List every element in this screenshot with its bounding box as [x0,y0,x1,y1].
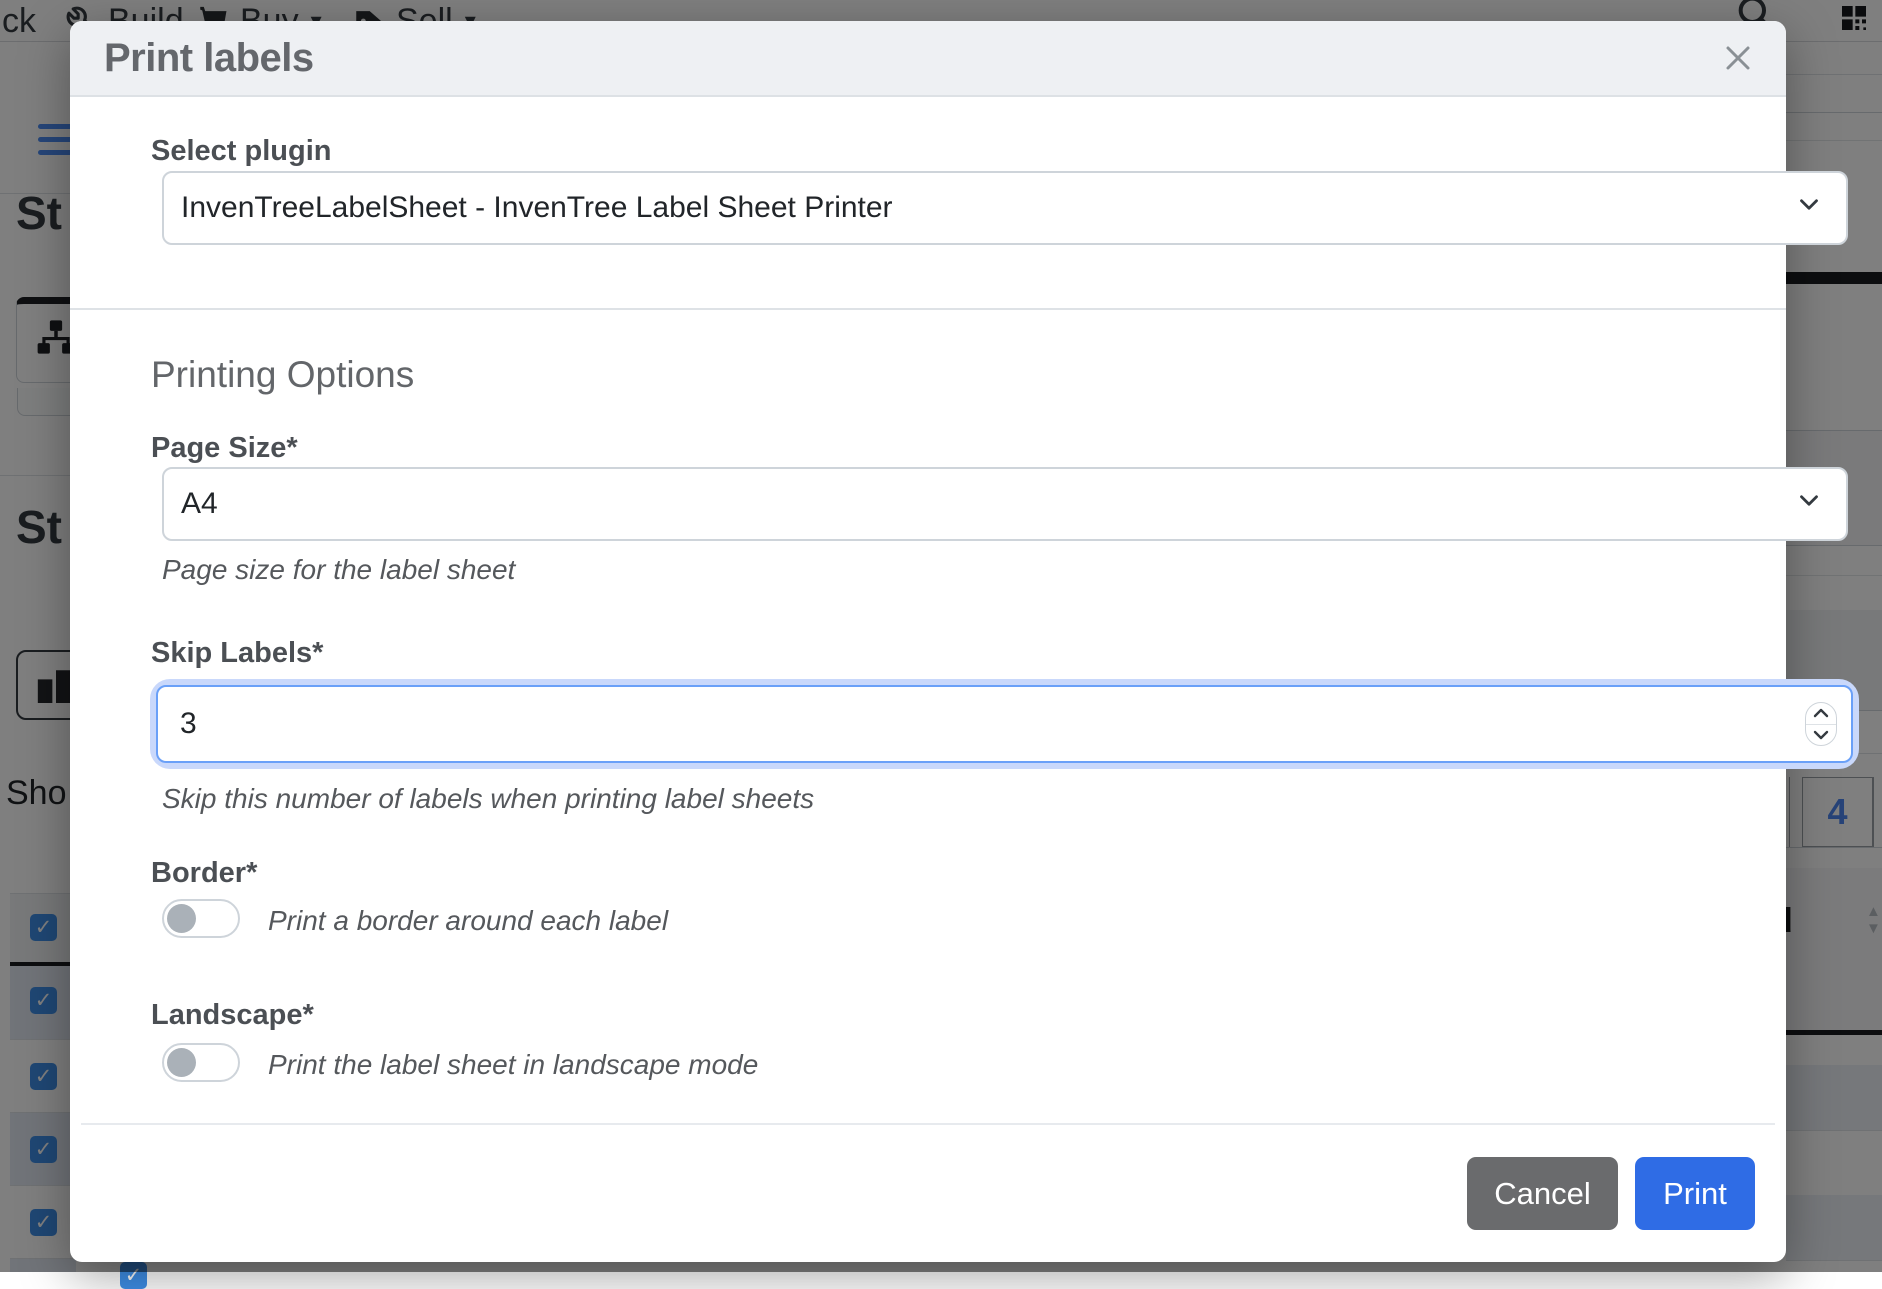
stepper-up-icon[interactable] [1806,703,1836,724]
plugin-select-value: InvenTreeLabelSheet - InvenTree Label Sh… [181,191,893,225]
modal-header: Print labels [70,21,1786,97]
print-labels-modal: Print labels Select plugin InvenTreeLabe… [70,21,1786,1262]
border-label: Border* [151,857,257,890]
stepper-down-icon[interactable] [1806,724,1836,746]
modal-title: Print labels [104,36,314,81]
border-toggle[interactable] [162,899,240,938]
print-button[interactable]: Print [1635,1157,1755,1230]
landscape-toggle[interactable] [162,1043,240,1082]
landscape-help: Print the label sheet in landscape mode [268,1049,758,1081]
plugin-select[interactable]: InvenTreeLabelSheet - InvenTree Label Sh… [162,171,1848,245]
page-size-select[interactable]: A4 [162,467,1848,541]
page-size-select-value: A4 [181,487,218,521]
cancel-button[interactable]: Cancel [1467,1157,1618,1230]
skip-labels-help: Skip this number of labels when printing… [162,783,814,815]
border-help: Print a border around each label [268,905,668,937]
page-size-label: Page Size* [151,432,298,465]
landscape-label: Landscape* [151,999,314,1032]
plugin-field-label: Select plugin [151,135,331,168]
skip-labels-input[interactable] [156,685,1853,763]
skip-labels-label: Skip Labels* [151,637,323,670]
footer-divider [81,1123,1775,1125]
close-icon[interactable] [1716,36,1760,80]
printing-options-heading: Printing Options [151,354,414,396]
page-size-help: Page size for the label sheet [162,554,515,586]
skip-labels-field [156,685,1853,763]
number-stepper [1805,702,1837,746]
form-divider [70,308,1786,310]
chevron-down-icon [1794,485,1824,523]
chevron-down-icon [1794,189,1824,227]
